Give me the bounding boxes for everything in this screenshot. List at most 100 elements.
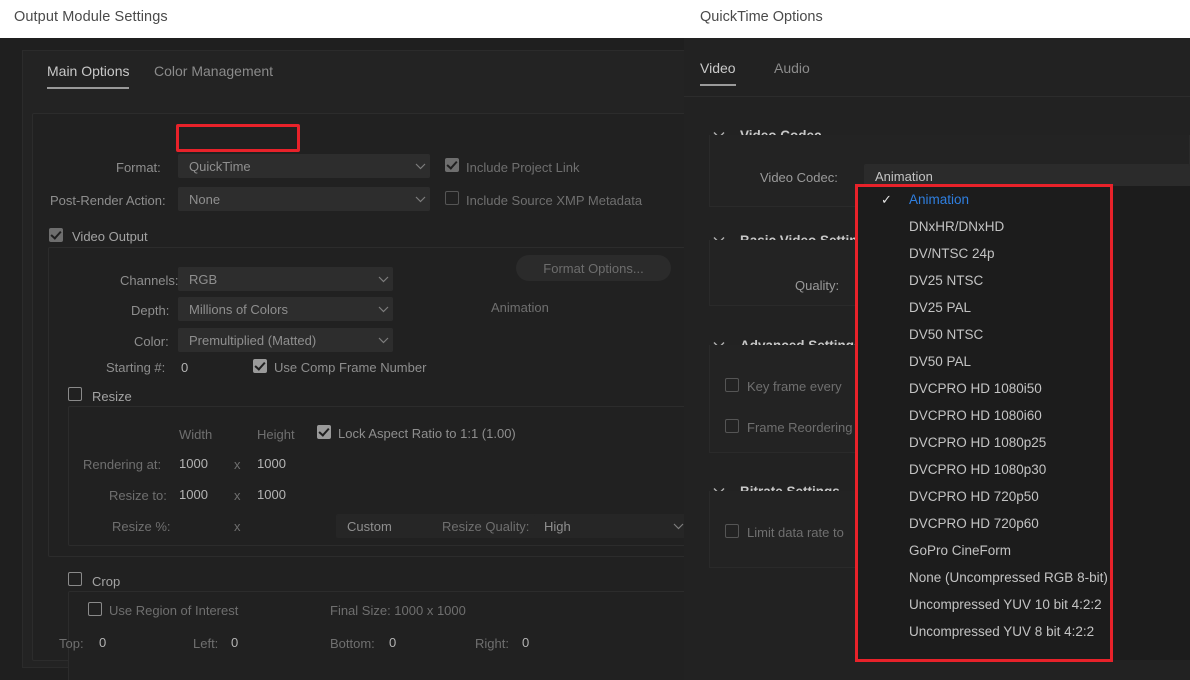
starting-number-label: Starting #:	[106, 360, 166, 375]
codec-option[interactable]: DV25 PAL	[857, 294, 1190, 321]
output-module-title: Output Module Settings	[14, 9, 168, 25]
use-region-of-interest-checkbox[interactable]	[88, 602, 102, 616]
crop-checkbox[interactable]	[68, 572, 82, 586]
codec-option[interactable]: None (Uncompressed RGB 8-bit)	[857, 564, 1190, 591]
codec-option-label: DV/NTSC 24p	[909, 246, 995, 261]
codec-option[interactable]: DVCPRO HD 1080i60	[857, 402, 1190, 429]
crop-left-value[interactable]: 0	[231, 635, 238, 650]
crop-right-value[interactable]: 0	[522, 635, 529, 650]
key-frame-every-checkbox[interactable]	[725, 378, 739, 392]
codec-option[interactable]: Uncompressed YUV 10 bit 4:2:2	[857, 591, 1190, 618]
codec-option[interactable]: DV50 NTSC	[857, 321, 1190, 348]
tab-main-options[interactable]: Main Options	[47, 63, 130, 89]
tab-color-management[interactable]: Color Management	[154, 63, 273, 87]
tab-audio[interactable]: Audio	[774, 60, 810, 84]
include-source-xmp-checkbox[interactable]	[445, 191, 459, 205]
include-project-link-label: Include Project Link	[466, 160, 580, 175]
output-module-titlebar: Output Module Settings	[0, 0, 684, 38]
format-options-button[interactable]: Format Options...	[516, 255, 671, 281]
codec-option-label: DVCPRO HD 1080p25	[909, 435, 1047, 450]
codec-option-label: GoPro CineForm	[909, 543, 1012, 558]
resize-percent-x: x	[234, 519, 241, 534]
post-render-action-select[interactable]: None	[178, 187, 430, 211]
codec-option-label: DVCPRO HD 720p60	[909, 516, 1039, 531]
use-comp-frame-number-checkbox[interactable]	[253, 359, 267, 373]
format-select[interactable]: QuickTime	[178, 154, 430, 178]
crop-bottom-value[interactable]: 0	[389, 635, 396, 650]
chevron-down-icon	[411, 155, 429, 177]
crop-top-label: Top:	[59, 636, 84, 651]
chevron-down-icon	[411, 188, 429, 210]
resize-group-label: Resize	[87, 389, 137, 404]
codec-option[interactable]: DV/NTSC 24p	[857, 240, 1190, 267]
video-codec-dropdown-list[interactable]: ✓ Animation DNxHR/DNxHD DV/NTSC 24p DV25 NTS…	[857, 186, 1190, 660]
depth-select[interactable]: Millions of Colors	[178, 297, 393, 321]
channels-select[interactable]: RGB	[178, 267, 393, 291]
rendering-at-label: Rendering at:	[83, 457, 162, 472]
resize-to-label: Resize to:	[109, 488, 167, 503]
codec-option[interactable]: DV50 PAL	[857, 348, 1190, 375]
screen: Output Module Settings Main Options Colo…	[0, 0, 1190, 680]
depth-label: Depth:	[131, 303, 170, 318]
rendering-at-height: 1000	[257, 456, 286, 471]
codec-option[interactable]: DVCPRO HD 1080i50	[857, 375, 1190, 402]
codec-option-label: DVCPRO HD 1080i50	[909, 381, 1042, 396]
resize-to-x: x	[234, 488, 241, 503]
codec-option[interactable]: DVCPRO HD 720p60	[857, 510, 1190, 537]
tabs-divider	[684, 96, 1190, 97]
resize-to-width[interactable]: 1000	[179, 487, 208, 502]
resize-height-header: Height	[257, 427, 295, 442]
video-codec-value: Animation	[875, 168, 933, 184]
codec-option[interactable]: DV25 NTSC	[857, 267, 1190, 294]
color-value: Premultiplied (Matted)	[189, 332, 317, 348]
include-project-link-checkbox[interactable]	[445, 158, 459, 172]
codec-option-label: DVCPRO HD 1080p30	[909, 462, 1047, 477]
codec-option-label: DVCPRO HD 720p50	[909, 489, 1039, 504]
tab-video[interactable]: Video	[700, 60, 736, 86]
codec-option-label: Animation	[909, 192, 970, 207]
post-render-action-label: Post-Render Action:	[50, 193, 166, 208]
video-output-checkbox[interactable]	[49, 228, 63, 242]
limit-data-rate-checkbox[interactable]	[725, 524, 739, 538]
quicktime-title: QuickTime Options	[700, 9, 823, 25]
codec-option-label: DV25 NTSC	[909, 273, 984, 288]
include-source-xmp-label: Include Source XMP Metadata	[466, 193, 643, 208]
output-module-settings-dialog: Output Module Settings Main Options Colo…	[0, 0, 702, 680]
starting-number-value[interactable]: 0	[181, 360, 188, 375]
crop-group-label: Crop	[87, 574, 126, 589]
codec-option[interactable]: DVCPRO HD 1080p30	[857, 456, 1190, 483]
frame-reordering-checkbox[interactable]	[725, 419, 739, 433]
codec-option-label: Uncompressed YUV 10 bit 4:2:2	[909, 597, 1102, 612]
codec-option[interactable]: DVCPRO HD 1080p25	[857, 429, 1190, 456]
lock-aspect-ratio-label: Lock Aspect Ratio to 1:1 (1.00)	[338, 426, 516, 441]
limit-data-rate-label: Limit data rate to	[747, 525, 844, 540]
format-label: Format:	[116, 160, 161, 175]
crop-top-value[interactable]: 0	[99, 635, 106, 650]
resize-checkbox[interactable]	[68, 387, 82, 401]
codec-option[interactable]: GoPro CineForm	[857, 537, 1190, 564]
codec-option-label: DV25 PAL	[909, 300, 972, 315]
codec-option[interactable]: Uncompressed YUV 8 bit 4:2:2	[857, 618, 1190, 645]
channels-label: Channels:	[120, 273, 179, 288]
resize-to-height[interactable]: 1000	[257, 487, 286, 502]
depth-value: Millions of Colors	[189, 301, 288, 317]
chevron-down-icon	[374, 329, 392, 351]
format-value: QuickTime	[189, 158, 251, 174]
color-label: Color:	[134, 334, 169, 349]
codec-option[interactable]: DNxHR/DNxHD	[857, 213, 1190, 240]
video-output-group-label: Video Output	[67, 229, 153, 244]
lock-aspect-ratio-checkbox[interactable]	[317, 425, 331, 439]
codec-option-label: DV50 NTSC	[909, 327, 984, 342]
check-icon: ✓	[881, 192, 892, 207]
format-options-summary: Animation	[491, 300, 549, 315]
quicktime-titlebar: QuickTime Options	[684, 0, 1190, 38]
codec-option-label: None (Uncompressed RGB 8-bit)	[909, 570, 1108, 585]
video-codec-select[interactable]: Animation	[864, 164, 1190, 188]
color-select[interactable]: Premultiplied (Matted)	[178, 328, 393, 352]
codec-option[interactable]: ✓ Animation	[857, 186, 1190, 213]
resize-width-header: Width	[179, 427, 213, 442]
codec-option[interactable]: DVCPRO HD 720p50	[857, 483, 1190, 510]
crop-left-label: Left:	[193, 636, 219, 651]
resize-quality-select[interactable]: High	[533, 514, 688, 538]
codec-option-label: DVCPRO HD 1080i60	[909, 408, 1042, 423]
